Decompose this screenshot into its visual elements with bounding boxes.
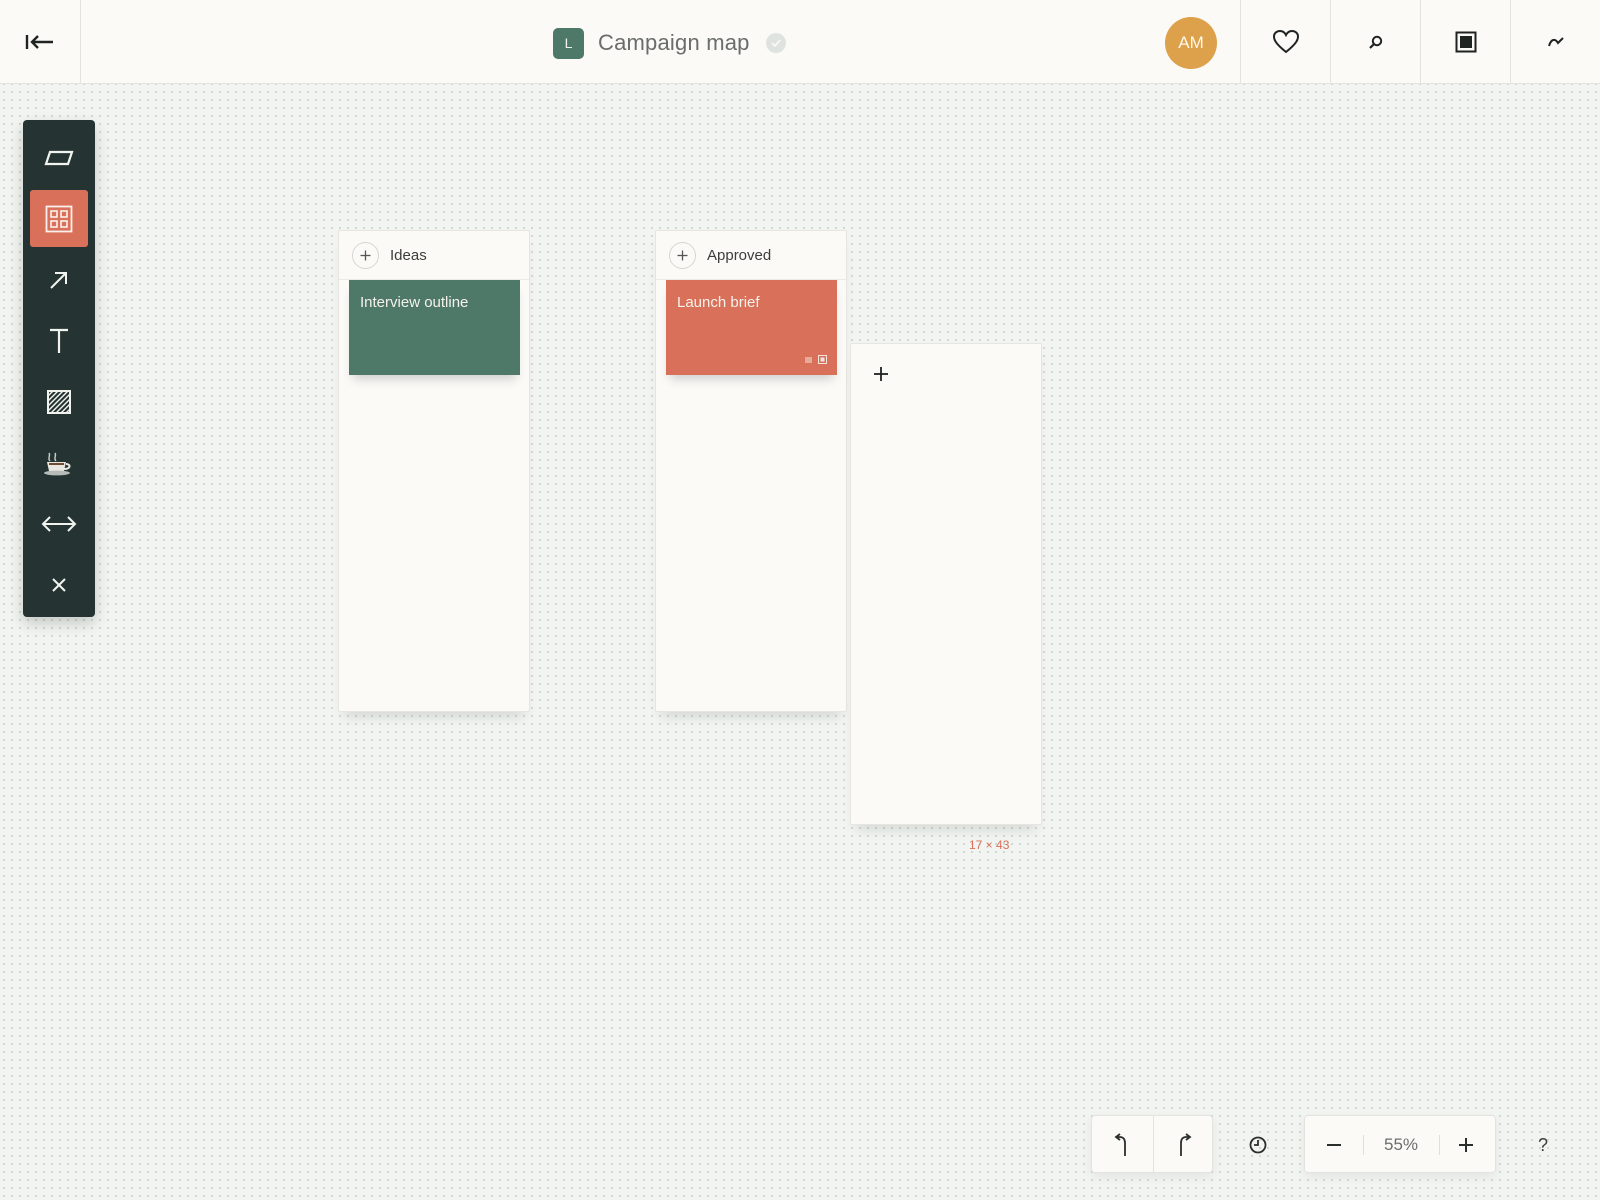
arrow-tool[interactable]: [30, 251, 88, 308]
board-column[interactable]: Approved Launch brief: [655, 230, 847, 712]
clock-icon: [1249, 1136, 1267, 1154]
coffee-cup-icon: [44, 452, 71, 475]
zoom-in-button[interactable]: [1437, 1116, 1495, 1174]
sync-status-icon: [765, 33, 786, 53]
column-title[interactable]: Approved: [707, 247, 771, 264]
minus-icon: [1327, 1144, 1341, 1146]
text-icon: [50, 328, 68, 353]
frame-icon: [44, 150, 74, 165]
board-card[interactable]: Interview outline: [349, 280, 520, 375]
zoom-controls: 55%: [1304, 1115, 1496, 1173]
checkbox-icon: [818, 355, 827, 364]
plus-icon: [677, 250, 688, 260]
document-title[interactable]: Campaign map: [598, 30, 750, 56]
size-readout: 17 × 43: [969, 838, 1010, 852]
frame-tool[interactable]: [30, 129, 88, 186]
card-title: Launch brief: [677, 294, 760, 311]
redo-button[interactable]: [1153, 1116, 1213, 1174]
close-icon: [52, 577, 66, 592]
present-button[interactable]: [1420, 0, 1510, 84]
search-button[interactable]: [1330, 0, 1420, 84]
heart-icon: [1272, 29, 1299, 54]
board-column[interactable]: Ideas Interview outline: [338, 230, 530, 712]
collapse-left-icon: [25, 35, 53, 49]
plus-icon: [874, 367, 888, 381]
column-header: Approved: [656, 231, 846, 280]
tool-palette: [23, 120, 95, 617]
board-grid-icon: [45, 205, 73, 232]
card-title: Interview outline: [360, 294, 469, 311]
workspace-logo[interactable]: L: [553, 27, 584, 59]
sticker-tool[interactable]: [30, 434, 88, 491]
top-bar: L Campaign map AM: [0, 0, 1600, 84]
arrow-icon: [50, 271, 67, 289]
plus-icon: [360, 250, 371, 260]
search-icon: [1368, 35, 1382, 49]
width-tool[interactable]: [30, 495, 88, 552]
add-card-button[interactable]: [669, 241, 696, 269]
document-title-area: L Campaign map: [553, 27, 786, 59]
present-icon: [1455, 31, 1476, 53]
lines-icon: [805, 357, 812, 362]
history-controls: [1091, 1115, 1213, 1174]
text-tool[interactable]: [30, 312, 88, 369]
column-header: Ideas: [339, 231, 529, 280]
fill-tool[interactable]: [30, 373, 88, 430]
card-meta: [805, 355, 827, 364]
share-button[interactable]: [1510, 0, 1600, 84]
history-button[interactable]: [1230, 1121, 1286, 1169]
close-toolbar-button[interactable]: [30, 556, 88, 613]
share-icon: [1547, 37, 1564, 47]
column-title[interactable]: Ideas: [390, 247, 427, 264]
add-card-button[interactable]: [873, 366, 889, 387]
board-tool[interactable]: [30, 190, 88, 247]
zoom-out-button[interactable]: [1305, 1116, 1363, 1174]
undo-icon: [1114, 1133, 1126, 1156]
zoom-level[interactable]: 55%: [1363, 1116, 1439, 1174]
help-button[interactable]: ?: [1515, 1121, 1571, 1169]
collapse-sidebar-button[interactable]: [0, 0, 81, 84]
favorite-button[interactable]: [1240, 0, 1330, 84]
width-resize-icon: [41, 515, 77, 532]
add-card-button[interactable]: [352, 241, 379, 269]
undo-button[interactable]: [1092, 1116, 1152, 1174]
redo-icon: [1179, 1133, 1191, 1156]
hatch-fill-icon: [47, 389, 71, 414]
new-board-column[interactable]: [850, 343, 1042, 825]
plus-icon: [1459, 1138, 1473, 1152]
user-avatar[interactable]: AM: [1165, 17, 1217, 69]
board-card[interactable]: Launch brief: [666, 280, 837, 375]
